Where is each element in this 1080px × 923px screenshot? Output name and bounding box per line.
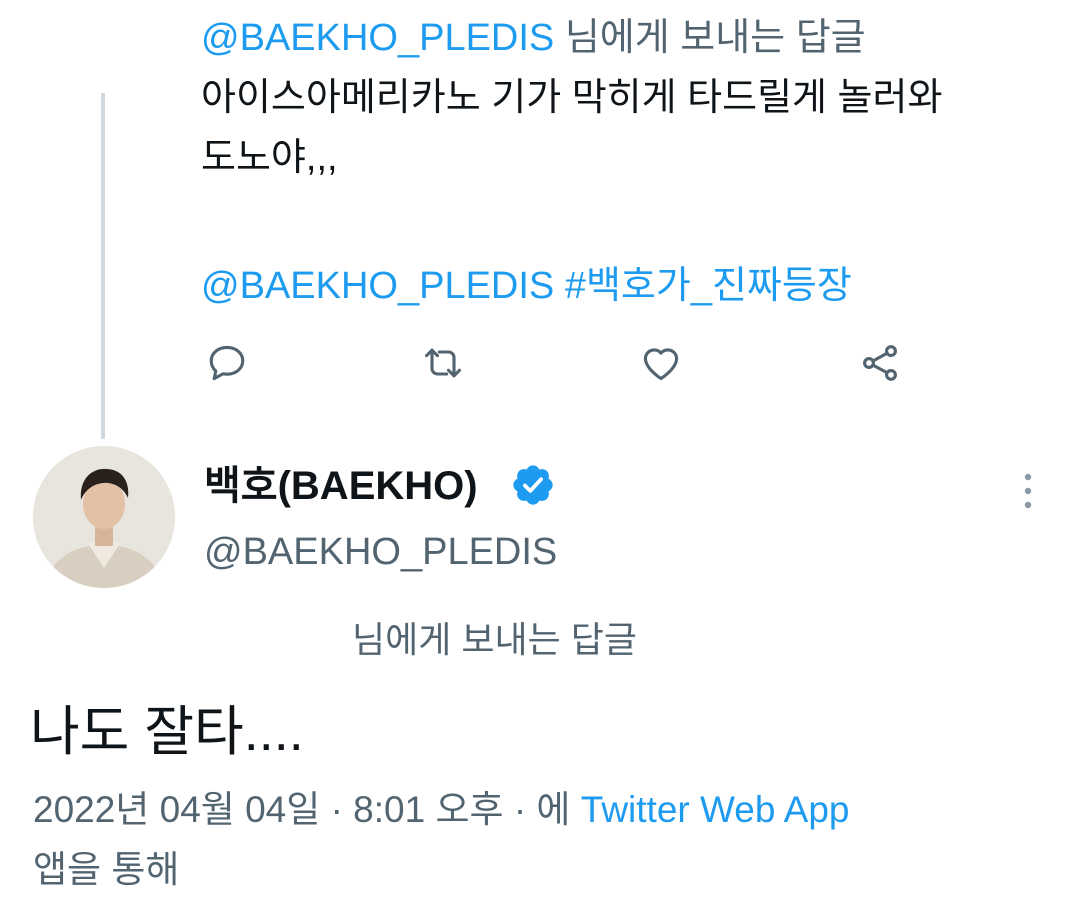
tweet-timestamp[interactable]: 2022년 04월 04일 · 8:01 오후 · 에 <box>33 789 570 830</box>
like-button[interactable] <box>636 338 686 388</box>
parent-tweet-text-line-1: 아이스아메리카노 기가 막히게 타드릴게 놀러와 <box>201 77 943 119</box>
profile-photo <box>33 446 175 588</box>
reply-context-handle-link[interactable]: @BAEKHO_PLEDIS <box>201 17 554 59</box>
reply-context-text: 님에게 보내는 답글 <box>554 17 866 59</box>
source-suffix: 앱을 통해 <box>33 849 180 890</box>
parent-tweet-text-line-2: 도노야,,, <box>201 137 338 179</box>
parent-tweet: @BAEKHO_PLEDIS 님에게 보내는 답글 아이스아메리카노 기가 막히… <box>201 8 1051 316</box>
tweet-text: 나도 잘타.... <box>30 702 304 762</box>
like-icon <box>643 348 679 381</box>
share-button[interactable] <box>855 338 905 388</box>
parent-tweet-mentions: @BAEKHO_PLEDIS #백호가_진짜등장 <box>201 256 1051 316</box>
display-name[interactable]: 백호(BAEKHO) <box>204 458 478 514</box>
more-options-icon[interactable] <box>1008 466 1048 516</box>
share-icon <box>863 345 897 381</box>
reply-button[interactable] <box>202 338 252 388</box>
hashtag-link[interactable]: #백호가_진짜등장 <box>565 265 852 307</box>
replying-to-text: 님에게 보내는 답글 <box>352 619 637 660</box>
verified-badge-icon <box>513 465 553 505</box>
reply-context: @BAEKHO_PLEDIS 님에게 보내는 답글 <box>201 8 1051 68</box>
user-handle[interactable]: @BAEKHO_PLEDIS <box>204 524 557 580</box>
mention-link[interactable]: @BAEKHO_PLEDIS <box>201 265 554 307</box>
retweet-button[interactable] <box>418 338 468 388</box>
tweet-metadata: 2022년 04월 04일 · 8:01 오후 · 에 Twitter Web … <box>33 780 1033 900</box>
retweet-icon <box>424 348 462 378</box>
tweet-actions-bar <box>0 338 1080 388</box>
source-app-link[interactable]: Twitter Web App <box>581 789 850 830</box>
avatar[interactable] <box>33 446 175 588</box>
reply-icon <box>209 345 245 381</box>
